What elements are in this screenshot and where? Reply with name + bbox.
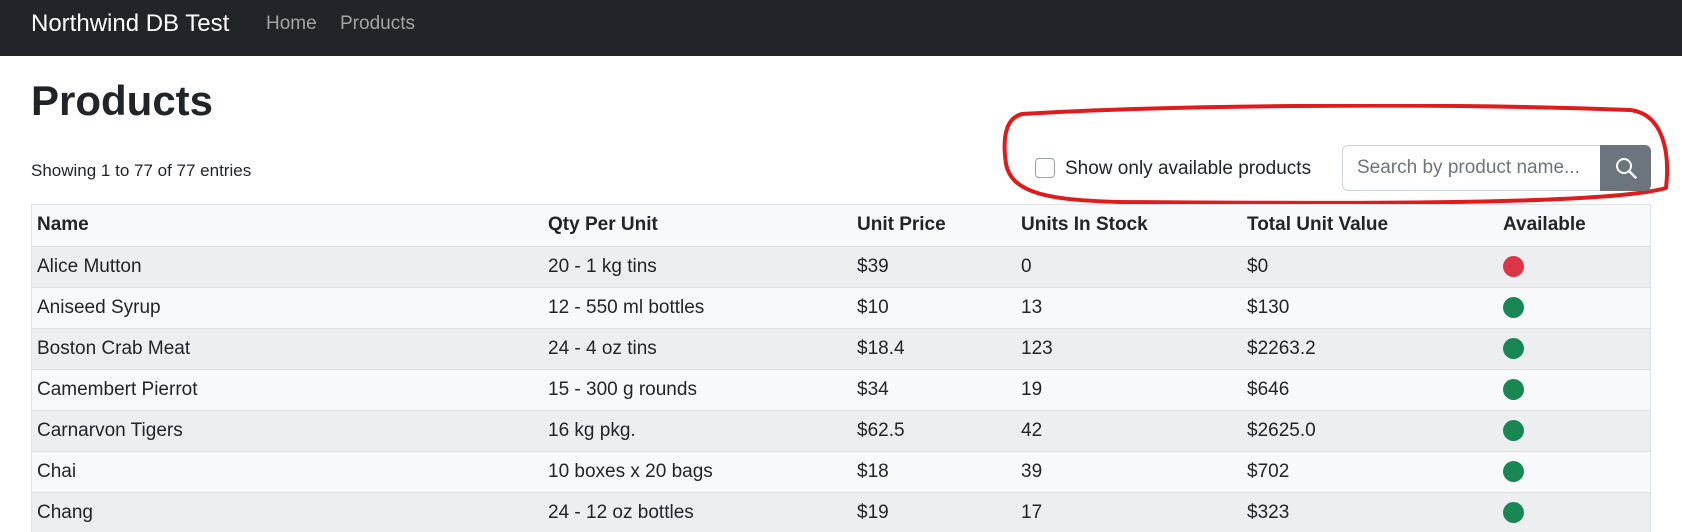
- column-header-units-in-stock: Units In Stock: [1016, 205, 1242, 247]
- cell-qty-per-unit: 16 kg pkg.: [543, 410, 852, 452]
- cell-unit-price: $10: [852, 287, 1016, 329]
- table-row: Alice Mutton 20 - 1 kg tins $39 0 $0: [32, 246, 1650, 288]
- cell-available: [1498, 451, 1650, 493]
- available-status-dot: [1503, 501, 1524, 523]
- table-row: Camembert Pierrot 15 - 300 g rounds $34 19 $…: [32, 369, 1650, 411]
- entries-info: Showing 1 to 77 of 77 entries: [31, 161, 252, 180]
- cell-total-unit-value: $2263.2: [1242, 328, 1498, 370]
- cell-available: [1498, 287, 1650, 329]
- column-header-total-unit-value: Total Unit Value: [1242, 205, 1498, 247]
- cell-unit-price: $62.5: [852, 410, 1016, 452]
- available-status-dot: [1503, 337, 1524, 359]
- table-row: Chai 10 boxes x 20 bags $18 39 $702: [32, 451, 1650, 493]
- cell-qty-per-unit: 24 - 4 oz tins: [543, 328, 852, 370]
- cell-available: [1498, 369, 1650, 411]
- table-row: Carnarvon Tigers 16 kg pkg. $62.5 42 $2625.0: [32, 410, 1650, 452]
- cell-available: [1498, 328, 1650, 370]
- cell-total-unit-value: $702: [1242, 451, 1498, 493]
- cell-name: Camembert Pierrot: [32, 369, 543, 411]
- cell-available: [1498, 246, 1650, 288]
- search-input[interactable]: [1342, 145, 1600, 191]
- cell-qty-per-unit: 10 boxes x 20 bags: [543, 451, 852, 493]
- cell-units-in-stock: 13: [1016, 287, 1242, 329]
- search-icon: [1615, 158, 1637, 179]
- available-status-dot: [1503, 296, 1524, 318]
- cell-available: [1498, 492, 1650, 532]
- navbar-brand[interactable]: Northwind DB Test: [31, 10, 229, 38]
- products-table-container: Name Qty Per Unit Unit Price Units In St…: [31, 204, 1651, 532]
- page-title: Products: [31, 77, 214, 124]
- cell-name: Chai: [32, 451, 543, 493]
- cell-units-in-stock: 39: [1016, 451, 1242, 493]
- cell-name: Carnarvon Tigers: [32, 410, 543, 452]
- cell-qty-per-unit: 15 - 300 g rounds: [543, 369, 852, 411]
- available-only-label[interactable]: Show only available products: [1065, 157, 1311, 181]
- cell-unit-price: $19: [852, 492, 1016, 532]
- column-header-unit-price: Unit Price: [852, 205, 1016, 247]
- cell-units-in-stock: 19: [1016, 369, 1242, 411]
- products-table: Name Qty Per Unit Unit Price Units In St…: [32, 205, 1650, 532]
- table-row: Aniseed Syrup 12 - 550 ml bottles $10 13 $13…: [32, 287, 1650, 329]
- cell-total-unit-value: $2625.0: [1242, 410, 1498, 452]
- column-header-qty-per-unit: Qty Per Unit: [543, 205, 852, 247]
- nav-link-products[interactable]: Products: [340, 13, 415, 35]
- cell-available: [1498, 410, 1650, 452]
- available-status-dot: [1503, 419, 1524, 441]
- available-only-checkbox[interactable]: [1035, 158, 1055, 178]
- table-header-row: Name Qty Per Unit Unit Price Units In St…: [32, 205, 1650, 247]
- nav-link-home[interactable]: Home: [266, 13, 317, 35]
- cell-name: Chang: [32, 492, 543, 532]
- cell-units-in-stock: 17: [1016, 492, 1242, 532]
- available-status-dot: [1503, 460, 1524, 482]
- top-navbar: Northwind DB Test Home Products: [0, 0, 1682, 56]
- unavailable-status-dot: [1503, 255, 1524, 277]
- column-header-name: Name: [32, 205, 543, 247]
- search-button[interactable]: [1600, 145, 1651, 191]
- cell-total-unit-value: $323: [1242, 492, 1498, 532]
- cell-qty-per-unit: 24 - 12 oz bottles: [543, 492, 852, 532]
- search-group: [1342, 145, 1651, 191]
- cell-unit-price: $18.4: [852, 328, 1016, 370]
- table-row: Chang 24 - 12 oz bottles $19 17 $323: [32, 492, 1650, 532]
- cell-qty-per-unit: 12 - 550 ml bottles: [543, 287, 852, 329]
- cell-units-in-stock: 123: [1016, 328, 1242, 370]
- cell-name: Aniseed Syrup: [32, 287, 543, 329]
- cell-units-in-stock: 42: [1016, 410, 1242, 452]
- cell-unit-price: $39: [852, 246, 1016, 288]
- table-row: Boston Crab Meat 24 - 4 oz tins $18.4 123 $2…: [32, 328, 1650, 370]
- column-header-available: Available: [1498, 205, 1650, 247]
- cell-qty-per-unit: 20 - 1 kg tins: [543, 246, 852, 288]
- cell-unit-price: $34: [852, 369, 1016, 411]
- cell-total-unit-value: $0: [1242, 246, 1498, 288]
- cell-unit-price: $18: [852, 451, 1016, 493]
- cell-name: Alice Mutton: [32, 246, 543, 288]
- cell-units-in-stock: 0: [1016, 246, 1242, 288]
- cell-total-unit-value: $130: [1242, 287, 1498, 329]
- cell-total-unit-value: $646: [1242, 369, 1498, 411]
- available-status-dot: [1503, 378, 1524, 400]
- cell-name: Boston Crab Meat: [32, 328, 543, 370]
